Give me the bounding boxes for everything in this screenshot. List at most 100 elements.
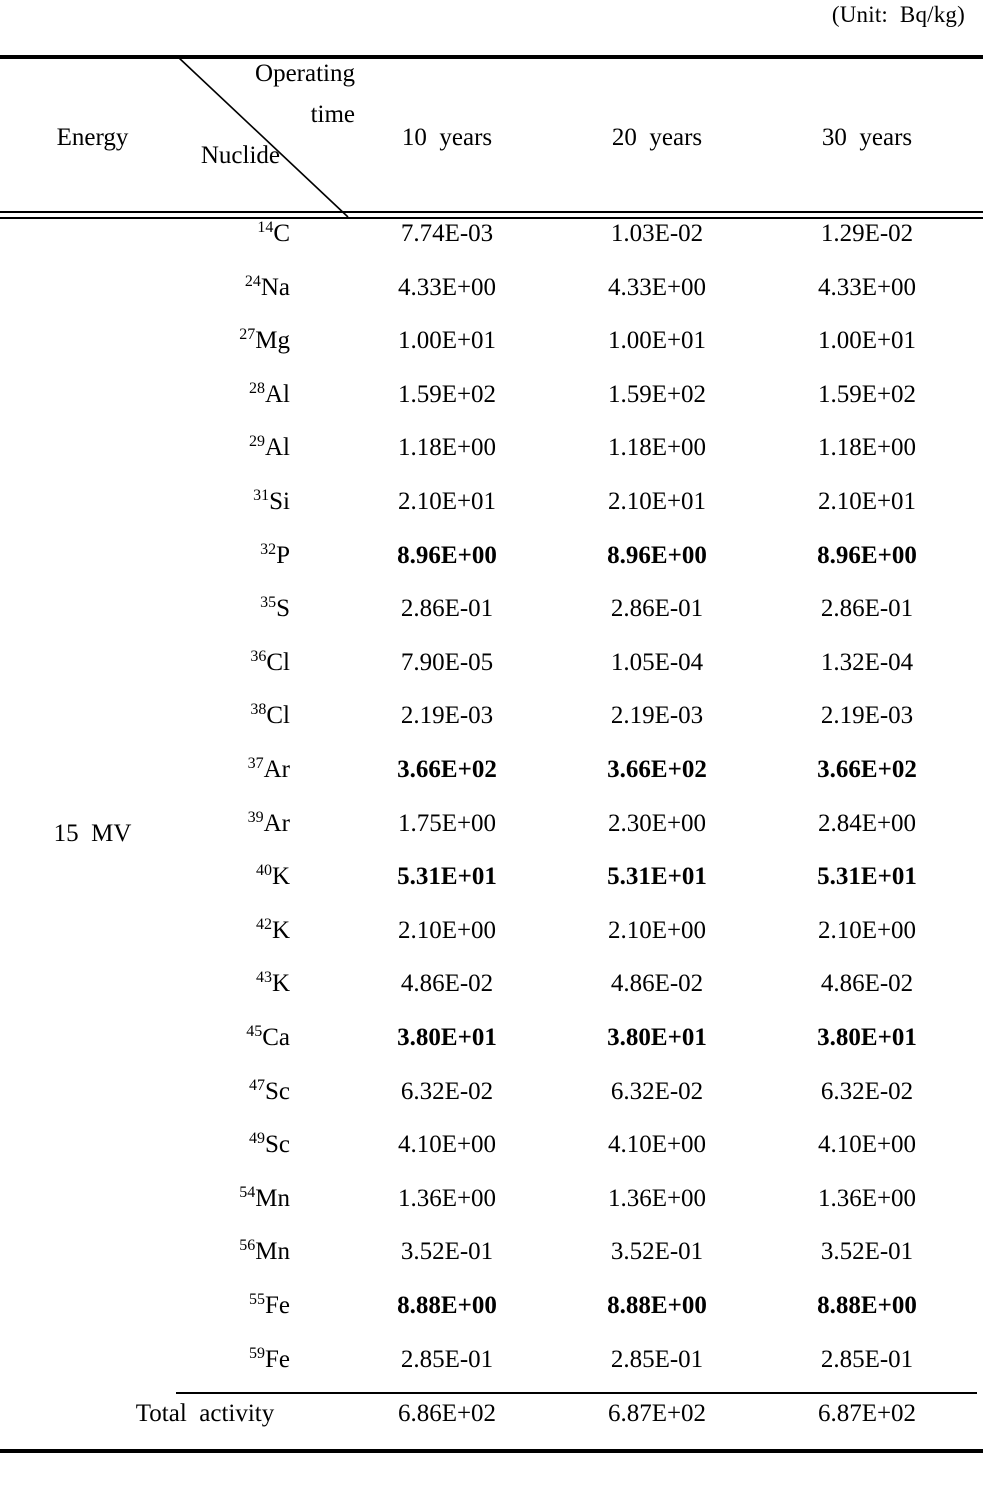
table-row: 31Si 2.10E+01 2.10E+01 2.10E+01 <box>0 488 983 542</box>
nuclide-mass-number: 35 <box>260 594 277 612</box>
activity-value-10-years: 7.74E-03 <box>400 220 494 247</box>
activity-value-20-years: 1.03E-02 <box>610 220 704 247</box>
activity-value-10-years: 1.18E+00 <box>397 434 497 462</box>
activity-value-10-years: 4.10E+00 <box>397 1131 497 1159</box>
activity-value-30-years: 6.32E-02 <box>820 1077 914 1105</box>
table-row: 49Sc 4.10E+00 4.10E+00 4.10E+00 <box>0 1131 983 1185</box>
activity-value-10-years: 3.80E+01 <box>397 1024 497 1051</box>
total-activity-value-30-years: 6.87E+02 <box>817 1400 917 1427</box>
table-row: 39Ar 1.75E+00 2.30E+00 2.84E+00 <box>0 808 983 864</box>
activity-value-10-years: 2.19E-03 <box>400 702 494 730</box>
activity-value-20-years: 3.52E-01 <box>610 1238 704 1266</box>
nuclide-mass-number: 38 <box>250 701 267 719</box>
activity-value-20-years: 1.05E-04 <box>610 648 704 676</box>
activity-value-10-years: 1.75E+00 <box>397 809 497 837</box>
nuclide-label: 14C <box>257 219 290 247</box>
table-row: 29Al 1.18E+00 1.18E+00 1.18E+00 <box>0 434 983 488</box>
activity-value-10-years: 3.66E+02 <box>397 756 497 783</box>
activity-value-30-years: 2.10E+01 <box>817 488 917 515</box>
activity-value-30-years: 2.84E+00 <box>817 809 917 837</box>
nuclide-mass-number: 59 <box>249 1344 265 1362</box>
activity-value-20-years: 2.19E-03 <box>610 702 704 730</box>
nuclide-label: 38Cl <box>250 701 290 730</box>
activity-value-30-years: 5.31E+01 <box>817 863 917 891</box>
activity-value-20-years: 3.66E+02 <box>607 756 707 783</box>
activity-value-30-years: 1.59E+02 <box>817 380 917 408</box>
activity-value-30-years: 3.66E+02 <box>817 756 917 783</box>
activity-value-20-years: 6.32E-02 <box>610 1077 704 1105</box>
total-activity-label: Total activity <box>135 1400 275 1427</box>
table-row: 38Cl 2.19E-03 2.19E-03 2.19E-03 <box>0 702 983 756</box>
activity-value-10-years: 8.88E+00 <box>397 1292 497 1319</box>
activity-value-10-years: 7.90E-05 <box>400 648 494 676</box>
nuclide-mass-number: 24 <box>244 272 261 290</box>
activity-value-30-years: 4.10E+00 <box>817 1131 917 1159</box>
activity-value-10-years: 4.33E+00 <box>397 273 497 301</box>
total-activity-value-10-years: 6.86E+02 <box>397 1400 497 1427</box>
nuclide-label: 37Ar <box>247 755 290 783</box>
nuclide-label: 55Fe <box>249 1291 290 1319</box>
activity-value-30-years: 8.96E+00 <box>817 541 917 569</box>
activity-value-20-years: 2.86E-01 <box>610 595 704 623</box>
table-body: 14C 7.74E-03 1.03E-02 1.29E-02 24Na 4.33E+00 4… <box>0 0 983 1490</box>
activity-value-10-years: 1.59E+02 <box>397 380 497 408</box>
nuclide-label: 24Na <box>244 272 290 301</box>
nuclide-label: 29Al <box>249 433 290 462</box>
activity-value-20-years: 1.59E+02 <box>607 380 707 408</box>
activity-value-10-years: 5.31E+01 <box>397 863 497 891</box>
total-activity-value-20-years: 6.87E+02 <box>607 1400 707 1427</box>
table-row: 40K 5.31E+01 5.31E+01 5.31E+01 <box>0 863 983 917</box>
activity-value-30-years: 4.86E-02 <box>820 970 914 998</box>
table-row: 45Ca 3.80E+01 3.80E+01 3.80E+01 <box>0 1024 983 1078</box>
activity-value-30-years: 3.52E-01 <box>820 1238 914 1266</box>
activity-value-20-years: 8.88E+00 <box>607 1292 707 1319</box>
table-row: 43K 4.86E-02 4.86E-02 4.86E-02 <box>0 970 983 1024</box>
activity-value-20-years: 2.30E+00 <box>607 809 707 837</box>
activity-value-20-years: 1.36E+00 <box>607 1184 707 1212</box>
total-activity-row: Total activity 6.86E+02 6.87E+02 6.87E+0… <box>0 1400 983 1454</box>
table-row: 24Na 4.33E+00 4.33E+00 4.33E+00 <box>0 272 983 328</box>
table-row: 35S 2.86E-01 2.86E-01 2.86E-01 <box>0 595 983 649</box>
table-row: 55Fe 8.88E+00 8.88E+00 8.88E+00 <box>0 1292 983 1346</box>
table-row: 36Cl 7.90E-05 1.05E-04 1.32E-04 <box>0 649 983 703</box>
nuclide-label: 32P <box>260 540 290 569</box>
table-row: 28Al 1.59E+02 1.59E+02 1.59E+02 <box>0 381 983 435</box>
activity-value-10-years: 1.00E+01 <box>397 327 497 355</box>
nuclide-label: 40K <box>255 862 290 891</box>
nuclide-label: 56Mn <box>239 1237 290 1266</box>
table-bottom-rule <box>0 1449 983 1453</box>
activity-value-20-years: 2.10E+01 <box>607 488 707 515</box>
nuclide-mass-number: 14 <box>257 219 274 237</box>
activity-value-10-years: 2.85E-01 <box>400 1345 494 1373</box>
nuclide-mass-number: 40 <box>255 862 272 880</box>
table-row: 27Mg 1.00E+01 1.00E+01 1.00E+01 <box>0 327 983 381</box>
nuclide-label: 47Sc <box>249 1076 290 1105</box>
activity-value-20-years: 4.86E-02 <box>610 970 704 998</box>
activity-value-10-years: 8.96E+00 <box>397 541 497 569</box>
total-activity-rule <box>176 1392 977 1394</box>
activity-value-30-years: 1.36E+00 <box>817 1184 917 1212</box>
activity-value-30-years: 2.10E+00 <box>817 916 917 944</box>
activity-value-10-years: 6.32E-02 <box>400 1077 494 1105</box>
nuclide-mass-number: 49 <box>249 1130 265 1148</box>
activity-value-10-years: 3.52E-01 <box>400 1238 494 1266</box>
activity-value-30-years: 1.18E+00 <box>817 434 917 462</box>
nuclide-mass-number: 36 <box>250 648 267 665</box>
nuclide-mass-number: 28 <box>249 380 265 397</box>
activity-value-30-years: 3.80E+01 <box>817 1024 917 1051</box>
activity-value-10-years: 2.86E-01 <box>400 595 494 623</box>
nuclide-label: 49Sc <box>249 1130 290 1159</box>
table-row: 14C 7.74E-03 1.03E-02 1.29E-02 <box>0 220 983 274</box>
activity-value-20-years: 2.10E+00 <box>607 916 707 944</box>
table-row: 42K 2.10E+00 2.10E+00 2.10E+00 <box>0 917 983 971</box>
activity-value-30-years: 2.85E-01 <box>820 1345 914 1373</box>
activity-value-30-years: 1.32E-04 <box>820 648 914 676</box>
nuclide-label: 28Al <box>249 380 290 408</box>
table-row: 54Mn 1.36E+00 1.36E+00 1.36E+00 <box>0 1185 983 1239</box>
activity-value-30-years: 2.19E-03 <box>820 702 914 730</box>
nuclide-mass-number: 39 <box>247 808 264 826</box>
nuclide-mass-number: 47 <box>249 1076 265 1094</box>
activity-value-30-years: 8.88E+00 <box>817 1292 917 1319</box>
nuclide-mass-number: 54 <box>239 1184 256 1201</box>
table-row: 47Sc 6.32E-02 6.32E-02 6.32E-02 <box>0 1076 983 1132</box>
